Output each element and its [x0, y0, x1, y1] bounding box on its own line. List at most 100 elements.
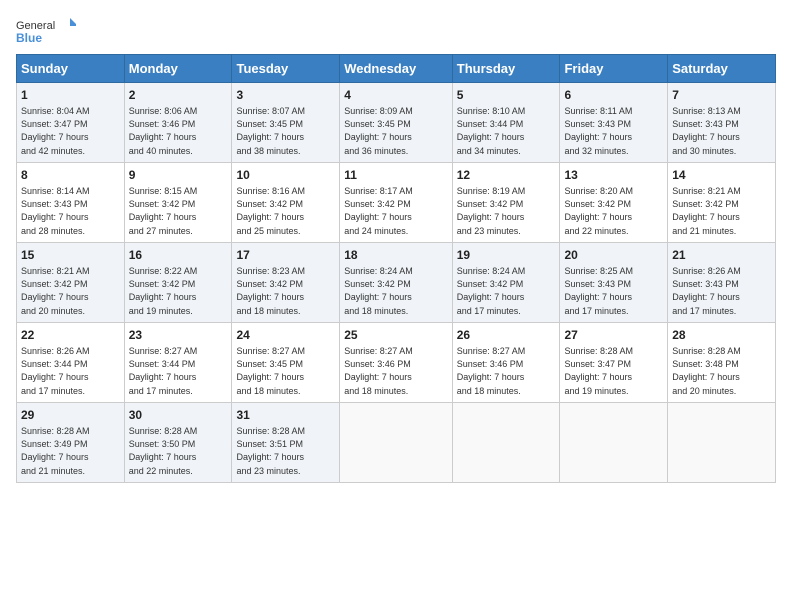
day-info: Sunrise: 8:14 AMSunset: 3:43 PMDaylight:…: [21, 186, 90, 236]
day-info: Sunrise: 8:27 AMSunset: 3:46 PMDaylight:…: [457, 346, 526, 396]
day-number: 7: [672, 87, 771, 104]
calendar-week-row: 8 Sunrise: 8:14 AMSunset: 3:43 PMDayligh…: [17, 163, 776, 243]
day-number: 14: [672, 167, 771, 184]
day-number: 24: [236, 327, 335, 344]
weekday-header-monday: Monday: [124, 55, 232, 83]
day-number: 25: [344, 327, 448, 344]
weekday-header-wednesday: Wednesday: [340, 55, 453, 83]
calendar-day-cell: 31 Sunrise: 8:28 AMSunset: 3:51 PMDaylig…: [232, 403, 340, 483]
calendar-day-cell: 29 Sunrise: 8:28 AMSunset: 3:49 PMDaylig…: [17, 403, 125, 483]
empty-cell: [340, 403, 453, 483]
calendar-day-cell: 7 Sunrise: 8:13 AMSunset: 3:43 PMDayligh…: [668, 83, 776, 163]
calendar-week-row: 22 Sunrise: 8:26 AMSunset: 3:44 PMDaylig…: [17, 323, 776, 403]
day-info: Sunrise: 8:04 AMSunset: 3:47 PMDaylight:…: [21, 106, 90, 156]
calendar-week-row: 15 Sunrise: 8:21 AMSunset: 3:42 PMDaylig…: [17, 243, 776, 323]
logo: General Blue: [16, 16, 76, 46]
calendar-day-cell: 19 Sunrise: 8:24 AMSunset: 3:42 PMDaylig…: [452, 243, 560, 323]
calendar-table: SundayMondayTuesdayWednesdayThursdayFrid…: [16, 54, 776, 483]
weekday-header-friday: Friday: [560, 55, 668, 83]
calendar-day-cell: 25 Sunrise: 8:27 AMSunset: 3:46 PMDaylig…: [340, 323, 453, 403]
day-info: Sunrise: 8:28 AMSunset: 3:51 PMDaylight:…: [236, 426, 305, 476]
day-number: 18: [344, 247, 448, 264]
day-info: Sunrise: 8:22 AMSunset: 3:42 PMDaylight:…: [129, 266, 198, 316]
day-info: Sunrise: 8:28 AMSunset: 3:49 PMDaylight:…: [21, 426, 90, 476]
day-info: Sunrise: 8:20 AMSunset: 3:42 PMDaylight:…: [564, 186, 633, 236]
calendar-day-cell: 3 Sunrise: 8:07 AMSunset: 3:45 PMDayligh…: [232, 83, 340, 163]
day-number: 28: [672, 327, 771, 344]
day-number: 23: [129, 327, 228, 344]
day-info: Sunrise: 8:28 AMSunset: 3:48 PMDaylight:…: [672, 346, 741, 396]
logo-icon: General Blue: [16, 16, 76, 46]
day-info: Sunrise: 8:06 AMSunset: 3:46 PMDaylight:…: [129, 106, 198, 156]
calendar-day-cell: 6 Sunrise: 8:11 AMSunset: 3:43 PMDayligh…: [560, 83, 668, 163]
day-info: Sunrise: 8:23 AMSunset: 3:42 PMDaylight:…: [236, 266, 305, 316]
calendar-day-cell: 5 Sunrise: 8:10 AMSunset: 3:44 PMDayligh…: [452, 83, 560, 163]
day-number: 3: [236, 87, 335, 104]
calendar-day-cell: 11 Sunrise: 8:17 AMSunset: 3:42 PMDaylig…: [340, 163, 453, 243]
day-info: Sunrise: 8:28 AMSunset: 3:47 PMDaylight:…: [564, 346, 633, 396]
svg-text:Blue: Blue: [16, 31, 42, 45]
calendar-day-cell: 13 Sunrise: 8:20 AMSunset: 3:42 PMDaylig…: [560, 163, 668, 243]
day-number: 10: [236, 167, 335, 184]
empty-cell: [452, 403, 560, 483]
weekday-header-row: SundayMondayTuesdayWednesdayThursdayFrid…: [17, 55, 776, 83]
day-number: 8: [21, 167, 120, 184]
day-number: 27: [564, 327, 663, 344]
day-info: Sunrise: 8:28 AMSunset: 3:50 PMDaylight:…: [129, 426, 198, 476]
day-info: Sunrise: 8:25 AMSunset: 3:43 PMDaylight:…: [564, 266, 633, 316]
calendar-day-cell: 15 Sunrise: 8:21 AMSunset: 3:42 PMDaylig…: [17, 243, 125, 323]
calendar-day-cell: 16 Sunrise: 8:22 AMSunset: 3:42 PMDaylig…: [124, 243, 232, 323]
calendar-day-cell: 2 Sunrise: 8:06 AMSunset: 3:46 PMDayligh…: [124, 83, 232, 163]
calendar-day-cell: 12 Sunrise: 8:19 AMSunset: 3:42 PMDaylig…: [452, 163, 560, 243]
day-info: Sunrise: 8:26 AMSunset: 3:44 PMDaylight:…: [21, 346, 90, 396]
day-number: 22: [21, 327, 120, 344]
weekday-header-thursday: Thursday: [452, 55, 560, 83]
calendar-day-cell: 23 Sunrise: 8:27 AMSunset: 3:44 PMDaylig…: [124, 323, 232, 403]
calendar-week-row: 29 Sunrise: 8:28 AMSunset: 3:49 PMDaylig…: [17, 403, 776, 483]
day-info: Sunrise: 8:24 AMSunset: 3:42 PMDaylight:…: [457, 266, 526, 316]
calendar-day-cell: 9 Sunrise: 8:15 AMSunset: 3:42 PMDayligh…: [124, 163, 232, 243]
day-number: 31: [236, 407, 335, 424]
day-info: Sunrise: 8:21 AMSunset: 3:42 PMDaylight:…: [672, 186, 741, 236]
day-info: Sunrise: 8:24 AMSunset: 3:42 PMDaylight:…: [344, 266, 413, 316]
day-number: 1: [21, 87, 120, 104]
calendar-day-cell: 24 Sunrise: 8:27 AMSunset: 3:45 PMDaylig…: [232, 323, 340, 403]
day-number: 11: [344, 167, 448, 184]
day-number: 30: [129, 407, 228, 424]
calendar-day-cell: 10 Sunrise: 8:16 AMSunset: 3:42 PMDaylig…: [232, 163, 340, 243]
empty-cell: [560, 403, 668, 483]
day-number: 12: [457, 167, 556, 184]
day-number: 15: [21, 247, 120, 264]
day-info: Sunrise: 8:17 AMSunset: 3:42 PMDaylight:…: [344, 186, 413, 236]
calendar-day-cell: 1 Sunrise: 8:04 AMSunset: 3:47 PMDayligh…: [17, 83, 125, 163]
day-info: Sunrise: 8:16 AMSunset: 3:42 PMDaylight:…: [236, 186, 305, 236]
day-info: Sunrise: 8:11 AMSunset: 3:43 PMDaylight:…: [564, 106, 632, 156]
day-info: Sunrise: 8:19 AMSunset: 3:42 PMDaylight:…: [457, 186, 526, 236]
day-number: 26: [457, 327, 556, 344]
calendar-day-cell: 21 Sunrise: 8:26 AMSunset: 3:43 PMDaylig…: [668, 243, 776, 323]
day-info: Sunrise: 8:10 AMSunset: 3:44 PMDaylight:…: [457, 106, 526, 156]
day-info: Sunrise: 8:27 AMSunset: 3:45 PMDaylight:…: [236, 346, 305, 396]
day-info: Sunrise: 8:07 AMSunset: 3:45 PMDaylight:…: [236, 106, 305, 156]
calendar-day-cell: 8 Sunrise: 8:14 AMSunset: 3:43 PMDayligh…: [17, 163, 125, 243]
day-number: 9: [129, 167, 228, 184]
calendar-day-cell: 30 Sunrise: 8:28 AMSunset: 3:50 PMDaylig…: [124, 403, 232, 483]
calendar-day-cell: 28 Sunrise: 8:28 AMSunset: 3:48 PMDaylig…: [668, 323, 776, 403]
day-info: Sunrise: 8:09 AMSunset: 3:45 PMDaylight:…: [344, 106, 413, 156]
day-number: 21: [672, 247, 771, 264]
calendar-day-cell: 27 Sunrise: 8:28 AMSunset: 3:47 PMDaylig…: [560, 323, 668, 403]
header: General Blue: [16, 16, 776, 46]
day-info: Sunrise: 8:15 AMSunset: 3:42 PMDaylight:…: [129, 186, 198, 236]
day-number: 4: [344, 87, 448, 104]
day-info: Sunrise: 8:21 AMSunset: 3:42 PMDaylight:…: [21, 266, 90, 316]
day-number: 13: [564, 167, 663, 184]
day-number: 17: [236, 247, 335, 264]
weekday-header-saturday: Saturday: [668, 55, 776, 83]
calendar-day-cell: 22 Sunrise: 8:26 AMSunset: 3:44 PMDaylig…: [17, 323, 125, 403]
calendar-week-row: 1 Sunrise: 8:04 AMSunset: 3:47 PMDayligh…: [17, 83, 776, 163]
day-info: Sunrise: 8:26 AMSunset: 3:43 PMDaylight:…: [672, 266, 741, 316]
calendar-day-cell: 26 Sunrise: 8:27 AMSunset: 3:46 PMDaylig…: [452, 323, 560, 403]
calendar-day-cell: 14 Sunrise: 8:21 AMSunset: 3:42 PMDaylig…: [668, 163, 776, 243]
weekday-header-sunday: Sunday: [17, 55, 125, 83]
day-info: Sunrise: 8:27 AMSunset: 3:46 PMDaylight:…: [344, 346, 413, 396]
